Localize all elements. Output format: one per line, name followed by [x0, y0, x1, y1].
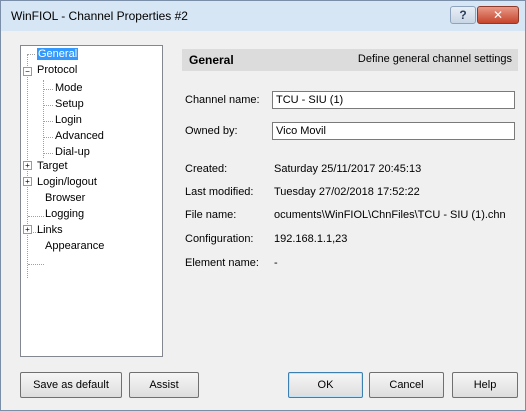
channel-name-label: Channel name: — [185, 94, 260, 106]
settings-tree[interactable]: General − Protocol Mode Setup Login Adva… — [20, 45, 163, 357]
created-value: Saturday 25/11/2017 20:45:13 — [274, 163, 422, 175]
tree-item-login[interactable]: Login — [55, 113, 82, 127]
close-button[interactable]: ✕ — [477, 6, 519, 24]
help-title-button[interactable]: ? — [450, 6, 476, 24]
tree-item-general[interactable]: General — [37, 47, 79, 61]
expand-icon[interactable]: + — [23, 177, 32, 186]
last-modified-value: Tuesday 27/02/2018 17:52:22 — [274, 186, 420, 198]
configuration-value: 192.168.1.1,23 — [274, 233, 348, 245]
tree-item-protocol[interactable]: Protocol — [37, 63, 77, 77]
tree-connector — [28, 264, 44, 265]
save-as-default-button[interactable]: Save as default — [20, 372, 122, 398]
panel-description: Define general channel settings — [357, 53, 512, 65]
tree-item-advanced[interactable]: Advanced — [55, 129, 104, 143]
cancel-button[interactable]: Cancel — [369, 372, 444, 398]
owned-by-input[interactable] — [272, 122, 515, 140]
dialog-window: WinFIOL - Channel Properties #2 ? ✕ Gene… — [0, 0, 526, 411]
tree-item-label: Links — [37, 224, 63, 236]
last-modified-label: Last modified: — [185, 186, 254, 198]
tree-connector — [28, 216, 44, 217]
tree-item-links[interactable]: Links — [37, 223, 63, 237]
tree-item-appearance[interactable]: Appearance — [45, 239, 104, 253]
created-label: Created: — [185, 163, 228, 175]
tree-item-label: Browser — [45, 192, 86, 204]
collapse-icon[interactable]: − — [23, 67, 32, 76]
tree-item-label: Appearance — [45, 240, 105, 252]
file-name-value: ocuments\WinFIOL\ChnFiles\TCU - SIU (1).… — [274, 209, 506, 221]
ok-button[interactable]: OK — [288, 372, 363, 398]
tree-item-label: Login/logout — [37, 176, 97, 188]
tree-item-login-logout[interactable]: Login/logout — [37, 175, 97, 189]
assist-button[interactable]: Assist — [129, 372, 199, 398]
tree-item-browser[interactable]: Browser — [45, 191, 85, 205]
tree-item-label: Login — [55, 114, 82, 126]
channel-name-input[interactable] — [272, 91, 515, 109]
title-bar[interactable]: WinFIOL - Channel Properties #2 ? ✕ — [1, 1, 525, 31]
tree-connector — [44, 153, 53, 154]
expand-icon[interactable]: + — [23, 161, 32, 170]
help-button[interactable]: Help — [452, 372, 518, 398]
tree-item-label: Protocol — [37, 64, 78, 76]
tree-connector — [44, 89, 53, 90]
expand-icon[interactable]: + — [23, 225, 32, 234]
tree-connector — [44, 121, 53, 122]
tree-item-label: Mode — [55, 82, 83, 94]
tree-item-label: Dial-up — [55, 146, 90, 158]
tree-connector — [28, 54, 35, 55]
tree-connector-protocol — [43, 80, 44, 158]
panel-header: General Define general channel settings — [182, 49, 518, 71]
tree-item-target[interactable]: Target — [37, 159, 68, 173]
panel-title: General — [189, 53, 234, 67]
tree-item-setup[interactable]: Setup — [55, 97, 84, 111]
configuration-label: Configuration: — [185, 233, 254, 245]
owned-by-label: Owned by: — [185, 125, 238, 137]
tree-connector — [44, 137, 53, 138]
file-name-label: File name: — [185, 209, 237, 221]
tree-item-label: Setup — [55, 98, 84, 110]
tree-item-label: Advanced — [55, 130, 104, 142]
tree-connector — [44, 105, 53, 106]
element-name-value: - — [274, 257, 278, 269]
tree-item-dialup[interactable]: Dial-up — [55, 145, 90, 159]
element-name-label: Element name: — [185, 257, 259, 269]
tree-item-label: Logging — [45, 208, 85, 220]
tree-item-mode[interactable]: Mode — [55, 81, 83, 95]
window-title: WinFIOL - Channel Properties #2 — [11, 9, 188, 23]
tree-item-label: Target — [37, 160, 68, 172]
tree-item-logging[interactable]: Logging — [45, 207, 84, 221]
tree-item-label: General — [37, 48, 79, 60]
